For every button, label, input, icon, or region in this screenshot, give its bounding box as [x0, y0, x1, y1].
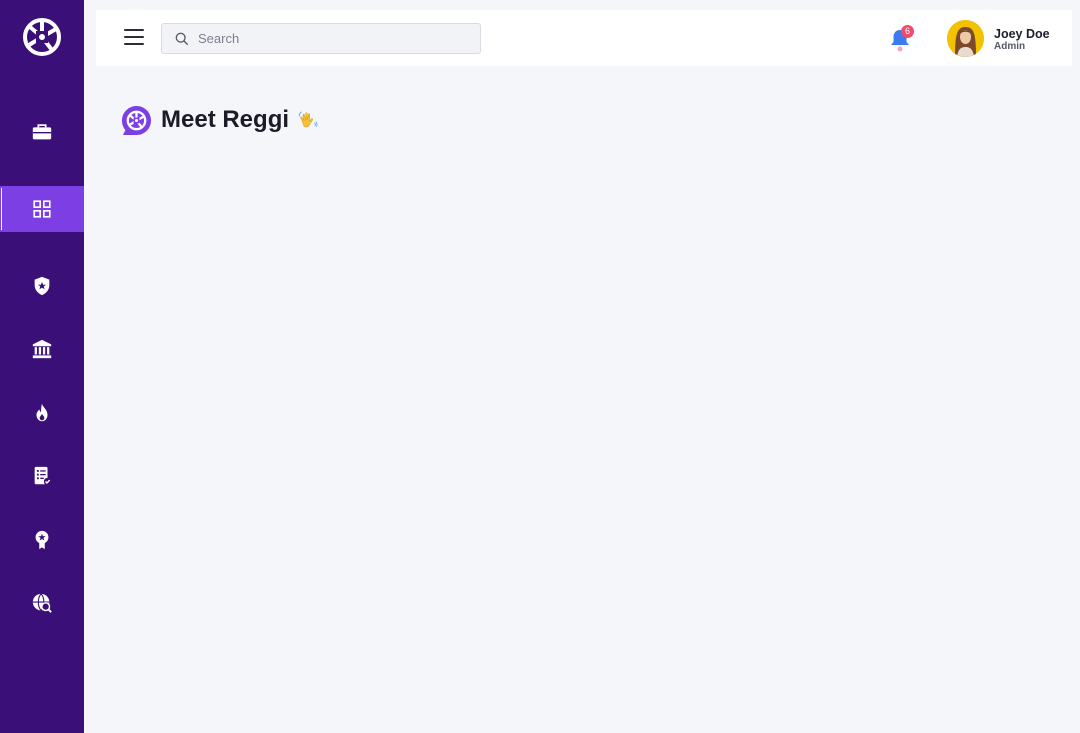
award-icon — [35, 530, 49, 550]
page-title-row: Meet Reggi — [121, 104, 319, 136]
bank-icon — [32, 339, 52, 359]
search-icon — [175, 32, 189, 45]
briefcase-icon — [32, 124, 52, 140]
sidebar-item-checklist[interactable] — [0, 453, 84, 499]
sidebar-item-globe-search[interactable] — [0, 580, 84, 626]
sidebar-item-briefcase[interactable] — [0, 109, 84, 155]
notification-badge: 6 — [901, 25, 914, 38]
sidebar-item-dashboard[interactable] — [0, 186, 84, 232]
avatar[interactable] — [947, 20, 984, 57]
reggi-chat-logo-icon — [121, 105, 152, 135]
search-input[interactable] — [198, 31, 458, 46]
user-role: Admin — [994, 41, 1026, 52]
sidebar-item-bank[interactable] — [0, 326, 84, 372]
sidebar-item-flame[interactable] — [0, 390, 84, 436]
search-bar[interactable] — [161, 23, 481, 54]
reggi-logo-icon[interactable] — [22, 17, 62, 57]
sidebar — [0, 0, 84, 733]
waving-hand-icon — [298, 111, 318, 128]
grid-icon — [33, 200, 51, 218]
hamburger-icon[interactable] — [124, 29, 144, 45]
globe-search-icon — [32, 593, 52, 613]
sidebar-item-award[interactable] — [0, 517, 84, 563]
sidebar-item-shield[interactable] — [0, 263, 84, 309]
shield-star-icon — [34, 276, 50, 296]
top-bar: 6 Joey Doe Admin — [96, 10, 1072, 66]
user-name: Joey Doe — [994, 27, 1050, 41]
page-title: Meet Reggi — [161, 106, 290, 133]
flame-icon — [36, 403, 48, 422]
checklist-icon — [34, 466, 52, 486]
